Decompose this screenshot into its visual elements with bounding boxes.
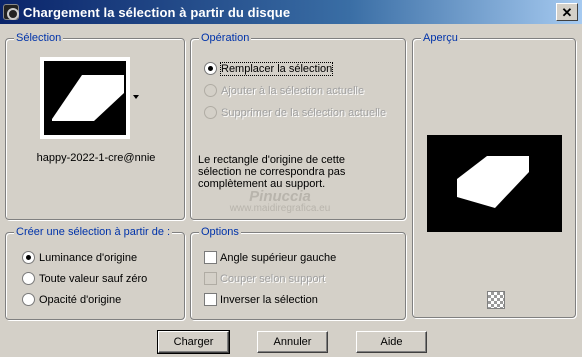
radio-source-opacity[interactable]: Opacité d'origine bbox=[22, 293, 121, 306]
checkbox[interactable] bbox=[204, 251, 217, 264]
options-group: Options Angle supérieur gauche Couper se… bbox=[190, 226, 406, 320]
radio-button[interactable] bbox=[204, 106, 217, 119]
checkbox[interactable] bbox=[204, 272, 217, 285]
radio-any-non-zero[interactable]: Toute valeur sauf zéro bbox=[22, 272, 147, 285]
checkbox-label: Inverser la sélection bbox=[220, 293, 318, 306]
radio-button[interactable] bbox=[204, 84, 217, 97]
operation-legend: Opération bbox=[199, 32, 252, 44]
checkbox-label: Angle supérieur gauche bbox=[220, 251, 337, 264]
create-from-legend: Créer une sélection à partir de : bbox=[14, 226, 173, 238]
transparency-toggle-icon[interactable] bbox=[487, 291, 505, 309]
selection-thumbnail[interactable] bbox=[40, 57, 130, 139]
title-bar: Chargement la sélection à partir du disq… bbox=[0, 0, 582, 24]
selection-legend: Sélection bbox=[14, 32, 64, 44]
radio-label: Luminance d'origine bbox=[39, 251, 138, 264]
radio-button[interactable] bbox=[204, 62, 217, 75]
app-icon bbox=[3, 4, 19, 20]
radio-source-luminance[interactable]: Luminance d'origine bbox=[22, 251, 137, 264]
load-button[interactable]: Charger bbox=[157, 330, 230, 354]
create-from-group: Créer une sélection à partir de : Lumina… bbox=[5, 226, 185, 320]
cancel-button[interactable]: Annuler bbox=[257, 331, 328, 353]
radio-subtract-selection[interactable]: Supprimer de la sélection actuelle bbox=[204, 106, 386, 119]
watermark-logo: Pinuccia www.maidiregrafica.eu bbox=[200, 188, 360, 214]
radio-button[interactable] bbox=[22, 272, 35, 285]
checkbox-invert-selection[interactable]: Inverser la sélection bbox=[204, 293, 318, 306]
watermark-url: www.maidiregrafica.eu bbox=[229, 203, 331, 214]
options-legend: Options bbox=[199, 226, 241, 238]
radio-add-selection[interactable]: Ajouter à la sélection actuelle bbox=[204, 84, 364, 97]
checkbox-crop-to-canvas[interactable]: Couper selon support bbox=[204, 272, 325, 285]
radio-button[interactable] bbox=[22, 293, 35, 306]
preview-image bbox=[427, 135, 562, 232]
selection-group: Sélection happy-2022-1-cre@nnie bbox=[5, 32, 185, 220]
checkbox-label: Couper selon support bbox=[220, 272, 326, 285]
close-button[interactable]: ✕ bbox=[556, 3, 578, 21]
radio-button[interactable] bbox=[22, 251, 35, 264]
radio-replace-selection[interactable]: Remplacer la sélection bbox=[204, 61, 334, 76]
checkbox[interactable] bbox=[204, 293, 217, 306]
preview-group: Aperçu bbox=[412, 32, 576, 318]
window-title: Chargement la sélection à partir du disq… bbox=[23, 4, 291, 20]
preview-legend: Aperçu bbox=[421, 32, 460, 44]
checkbox-top-left-corner[interactable]: Angle supérieur gauche bbox=[204, 251, 336, 264]
radio-label: Opacité d'origine bbox=[39, 293, 122, 306]
radio-label: Toute valeur sauf zéro bbox=[39, 272, 148, 285]
selection-filename: happy-2022-1-cre@nnie bbox=[36, 152, 156, 164]
selection-thumbnail-image bbox=[44, 61, 126, 135]
operation-message: Le rectangle d'origine de cette sélectio… bbox=[198, 154, 346, 190]
chevron-down-icon[interactable] bbox=[133, 95, 139, 99]
radio-label: Supprimer de la sélection actuelle bbox=[221, 106, 387, 119]
radio-label: Ajouter à la sélection actuelle bbox=[221, 84, 365, 97]
help-button[interactable]: Aide bbox=[356, 331, 427, 353]
radio-label: Remplacer la sélection bbox=[219, 61, 334, 76]
